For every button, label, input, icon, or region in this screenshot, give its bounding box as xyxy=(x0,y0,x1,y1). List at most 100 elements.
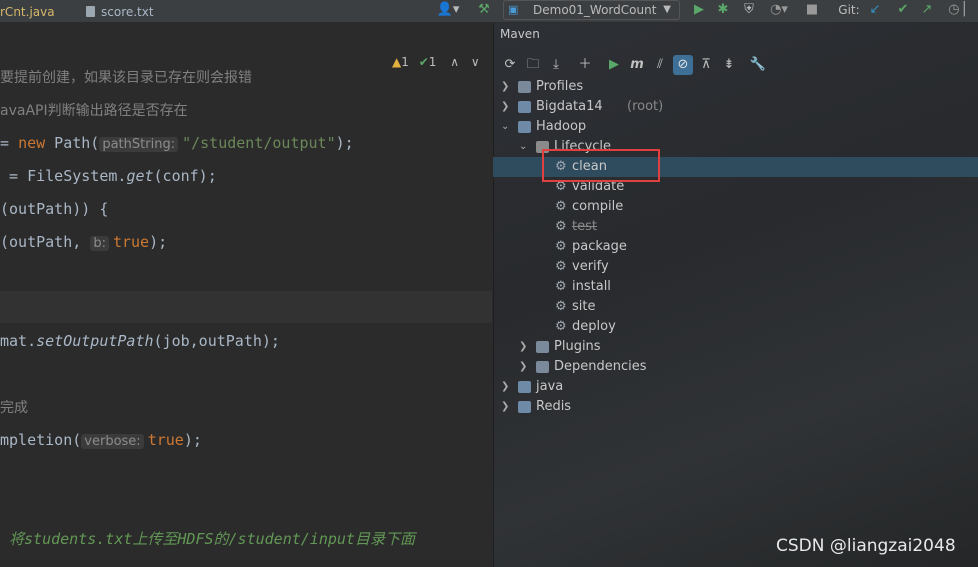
lifecycle-phase-deploy[interactable]: ⚙ deploy xyxy=(493,317,978,337)
lifecycle-phase-package[interactable]: ⚙ package xyxy=(493,237,978,257)
toggle-offline-icon[interactable]: ⫽ xyxy=(650,55,670,75)
git-update-icon[interactable]: ↙ xyxy=(866,0,884,20)
phase-label: package xyxy=(572,239,627,254)
parameter-hint: b: xyxy=(90,236,109,251)
tree-item-java[interactable]: ❯ java xyxy=(493,377,978,397)
add-folder-icon[interactable]: 🗀 xyxy=(523,55,543,75)
tree-label: Dependencies xyxy=(554,359,647,374)
code-line-4: = FileSystem.get(conf); xyxy=(0,165,217,187)
settings-wrench-icon[interactable]: 🔧 xyxy=(748,55,768,75)
keyword-token: new xyxy=(18,134,46,152)
maven-module-icon xyxy=(518,381,531,393)
tab-score-label: score.txt xyxy=(101,5,154,19)
debug-icon[interactable]: ✱ xyxy=(714,0,732,20)
tab-score-txt[interactable]: score.txt xyxy=(86,2,154,22)
chevron-right-icon[interactable]: ❯ xyxy=(519,337,527,357)
parameter-hint: verbose: xyxy=(81,434,144,449)
code-line-1: 要提前创建，如果该目录已存在则会报错 xyxy=(0,66,252,88)
gear-icon: ⚙ xyxy=(555,219,567,234)
tree-item-redis[interactable]: ❯ Redis xyxy=(493,397,978,417)
code-token: mat. xyxy=(0,332,37,350)
user-icon[interactable]: 👤▾ xyxy=(434,0,462,20)
tree-item-dependencies[interactable]: ❯ Dependencies xyxy=(493,357,978,377)
chevron-right-icon[interactable]: ❯ xyxy=(501,377,509,397)
lifecycle-phase-site[interactable]: ⚙ site xyxy=(493,297,978,317)
parameter-hint: pathString: xyxy=(99,137,179,152)
lifecycle-phase-verify[interactable]: ⚙ verify xyxy=(493,257,978,277)
tab-wordcount-java[interactable]: rCnt.java xyxy=(0,2,55,22)
method-token: get xyxy=(126,167,154,185)
run-icon[interactable]: ▶ xyxy=(690,0,708,20)
module-icon: ▣ xyxy=(508,3,519,16)
gear-icon: ⚙ xyxy=(555,239,567,254)
run-icon[interactable]: ▶ xyxy=(604,55,624,75)
tree-label: Redis xyxy=(536,399,572,414)
maven-module-icon xyxy=(518,101,531,113)
chevron-down-icon[interactable]: ∨ xyxy=(471,55,480,69)
comment-text: 要提前创建，如果该目录已存在则会报错 xyxy=(0,70,252,86)
lifecycle-phase-compile[interactable]: ⚙ compile xyxy=(493,197,978,217)
tree-label: Bigdata14 xyxy=(536,99,603,114)
tree-label: Plugins xyxy=(554,339,601,354)
history-icon[interactable]: ◷ ▏ xyxy=(944,0,978,20)
chevron-up-icon[interactable]: ∧ xyxy=(450,55,459,69)
chevron-down-icon[interactable]: ⌄ xyxy=(519,137,527,157)
code-token: ); xyxy=(183,431,202,449)
profile-icon[interactable]: ◔▾ xyxy=(764,0,794,20)
maven-module-icon xyxy=(518,401,531,413)
reload-icon[interactable]: ⟳ xyxy=(500,55,520,75)
collapse-all-icon[interactable]: ⇟ xyxy=(719,55,739,75)
keyword-token: true xyxy=(147,431,184,449)
gear-icon: ⚙ xyxy=(555,319,567,334)
git-commit-icon[interactable]: ✔ xyxy=(894,0,912,20)
skip-tests-icon[interactable]: ⊘ xyxy=(673,55,693,75)
run-config-selector[interactable]: ▣ Demo01_WordCount ▼ xyxy=(503,0,680,20)
tree-label: java xyxy=(536,379,564,394)
current-line-highlight xyxy=(0,291,492,323)
gear-icon: ⚙ xyxy=(555,259,567,274)
code-token: ); xyxy=(149,233,168,251)
chevron-right-icon[interactable]: ❯ xyxy=(519,357,527,377)
code-editor[interactable]: ▲1 ✔1 ∧ ∨ 要提前创建，如果该目录已存在则会报错 avaAPI判断输出路… xyxy=(0,23,492,567)
doc-comment-text: 将students.txt上传至HDFS的/student/input目录下面 xyxy=(0,530,415,548)
stop-icon[interactable]: ■ xyxy=(804,0,820,20)
inspection-widget[interactable]: ▲1 ✔1 ∧ ∨ xyxy=(392,55,480,69)
chevron-right-icon[interactable]: ❯ xyxy=(501,97,509,117)
show-dependencies-icon[interactable]: ⊼ xyxy=(696,55,716,75)
code-token: = xyxy=(0,134,19,152)
dependencies-folder-icon xyxy=(536,361,549,373)
tree-item-bigdata14[interactable]: ❯ Bigdata14 (root) xyxy=(493,97,978,117)
maven-goal-icon[interactable]: m xyxy=(627,55,647,75)
chevron-down-icon: ▼ xyxy=(663,4,671,15)
highlight-box xyxy=(542,149,660,182)
lifecycle-phase-test[interactable]: ⚙ test xyxy=(493,217,978,237)
code-line-10: 将students.txt上传至HDFS的/student/input目录下面 xyxy=(0,528,415,550)
profiles-icon xyxy=(518,81,531,93)
plugins-folder-icon xyxy=(536,341,549,353)
tree-item-plugins[interactable]: ❯ Plugins xyxy=(493,337,978,357)
code-line-2: avaAPI判断输出路径是否存在 xyxy=(0,99,188,121)
lifecycle-phase-install[interactable]: ⚙ install xyxy=(493,277,978,297)
phase-label: site xyxy=(572,299,596,314)
add-icon[interactable]: ＋ xyxy=(575,55,595,75)
method-token: setOutputPath xyxy=(36,332,154,350)
phase-label: install xyxy=(572,279,611,294)
gear-icon: ⚙ xyxy=(555,299,567,314)
run-config-label: Demo01_WordCount xyxy=(533,3,657,17)
gear-icon: ⚙ xyxy=(555,199,567,214)
coverage-icon[interactable]: ⛨ xyxy=(740,0,758,20)
chevron-right-icon[interactable]: ❯ xyxy=(501,77,509,97)
chevron-down-icon[interactable]: ⌄ xyxy=(501,117,509,137)
tree-item-hadoop[interactable]: ⌄ Hadoop xyxy=(493,117,978,137)
check-count: 1 xyxy=(428,55,437,69)
code-line-5: (outPath)) { xyxy=(0,198,108,220)
code-token: (outPath)) { xyxy=(0,200,109,218)
download-icon[interactable]: ⤓ xyxy=(546,55,566,75)
code-token: mpletion( xyxy=(0,431,82,449)
chevron-right-icon[interactable]: ❯ xyxy=(501,397,509,417)
build-hammer-icon[interactable]: ⚒ xyxy=(474,0,494,20)
code-line-8: 完成 xyxy=(0,396,28,418)
tree-item-profiles[interactable]: ❯ Profiles xyxy=(493,77,978,97)
tree-label: Hadoop xyxy=(536,119,587,134)
git-push-icon[interactable]: ↗ xyxy=(918,0,936,20)
